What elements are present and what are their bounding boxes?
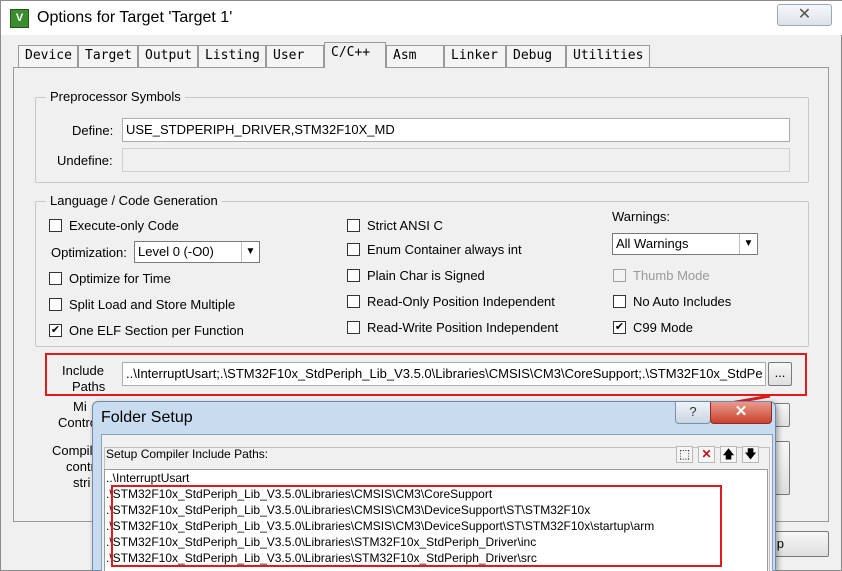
no-auto-includes-label: No Auto Includes — [633, 294, 732, 309]
dialog-close-button[interactable]: ✕ — [710, 402, 772, 424]
strict-ansi-checkbox[interactable] — [347, 219, 360, 232]
new-folder-icon[interactable]: ⬚ — [676, 446, 693, 463]
execute-only-label: Execute-only Code — [69, 218, 179, 233]
undefine-label: Undefine: — [57, 153, 113, 168]
tab-asm[interactable]: Asm — [386, 45, 444, 67]
split-load-label: Split Load and Store Multiple — [69, 297, 236, 312]
warnings-value: All Warnings — [616, 236, 689, 251]
optimization-label: Optimization: — [51, 245, 127, 260]
tab-debug[interactable]: Debug — [506, 45, 566, 67]
thumb-mode-label: Thumb Mode — [633, 268, 710, 283]
tab-output[interactable]: Output — [138, 45, 198, 67]
tab-device[interactable]: Device — [18, 45, 78, 67]
compiler-label-partial: Compil — [52, 443, 93, 458]
strict-ansi-label: Strict ANSI C — [367, 218, 443, 233]
optimize-time-checkbox[interactable] — [49, 272, 62, 285]
delete-icon[interactable]: ✕ — [698, 446, 715, 463]
include-paths-highlight — [45, 353, 807, 396]
path-list-highlight — [111, 485, 722, 567]
preprocessor-group-title: Preprocessor Symbols — [46, 89, 185, 104]
window-close-button[interactable]: ✕ — [777, 4, 832, 26]
chevron-down-icon: ▼ — [241, 242, 259, 262]
tab-c-cpp[interactable]: C/C++ — [324, 42, 386, 68]
chevron-down-icon: ▼ — [739, 234, 757, 254]
warnings-select[interactable]: All Warnings ▼ — [612, 233, 758, 255]
ro-position-label: Read-Only Position Independent — [367, 294, 555, 309]
tab-linker[interactable]: Linker — [444, 45, 506, 67]
one-elf-checkbox[interactable]: ✔ — [49, 324, 62, 337]
c99-mode-checkbox[interactable]: ✔ — [613, 321, 626, 334]
misc-label-partial: Mi — [73, 399, 87, 414]
c99-mode-label: C99 Mode — [633, 320, 693, 335]
warnings-label: Warnings: — [612, 209, 671, 224]
enum-container-checkbox[interactable] — [347, 243, 360, 256]
tab-target[interactable]: Target — [78, 45, 138, 67]
ro-position-checkbox[interactable] — [347, 295, 360, 308]
rw-position-label: Read-Write Position Independent — [367, 320, 559, 335]
undefine-input[interactable] — [122, 148, 790, 172]
control-label-partial: contr — [66, 459, 95, 474]
list-item[interactable]: ..\InterruptUsart — [105, 470, 767, 486]
rw-position-checkbox[interactable] — [347, 321, 360, 334]
move-down-icon[interactable]: 🡇 — [742, 446, 759, 463]
optimize-time-label: Optimize for Time — [69, 271, 171, 286]
move-up-icon[interactable]: 🡅 — [720, 446, 737, 463]
enum-container-label: Enum Container always int — [367, 242, 522, 257]
no-auto-includes-checkbox[interactable] — [613, 295, 626, 308]
thumb-mode-checkbox[interactable] — [613, 269, 626, 282]
setup-include-paths-heading: Setup Compiler Include Paths: — [106, 447, 269, 461]
optimization-select[interactable]: Level 0 (-O0) ▼ — [134, 241, 260, 263]
split-load-checkbox[interactable] — [49, 298, 62, 311]
string-label-partial: stri — [73, 475, 91, 490]
check-icon: ✔ — [50, 324, 61, 336]
window-title: Options for Target 'Target 1' — [37, 9, 233, 26]
tab-utilities[interactable]: Utilities — [566, 45, 650, 67]
dialog-help-button[interactable]: ? — [675, 402, 711, 424]
check-icon: ✔ — [614, 321, 625, 333]
plain-char-checkbox[interactable] — [347, 269, 360, 282]
define-label: Define: — [72, 123, 114, 138]
title-bar: V Options for Target 'Target 1' ✕ — [1, 1, 842, 35]
language-group-title: Language / Code Generation — [46, 193, 222, 208]
folder-setup-title: Folder Setup — [101, 409, 193, 426]
plain-char-label: Plain Char is Signed — [367, 268, 485, 283]
keil-app-icon: V — [10, 9, 29, 28]
tab-listing[interactable]: Listing — [198, 45, 266, 67]
define-input[interactable]: USE_STDPERIPH_DRIVER,STM32F10X_MD — [122, 118, 790, 142]
one-elf-label: One ELF Section per Function — [69, 323, 244, 338]
execute-only-checkbox[interactable] — [49, 219, 62, 232]
optimization-value: Level 0 (-O0) — [138, 244, 214, 259]
tab-user[interactable]: User — [266, 45, 324, 67]
